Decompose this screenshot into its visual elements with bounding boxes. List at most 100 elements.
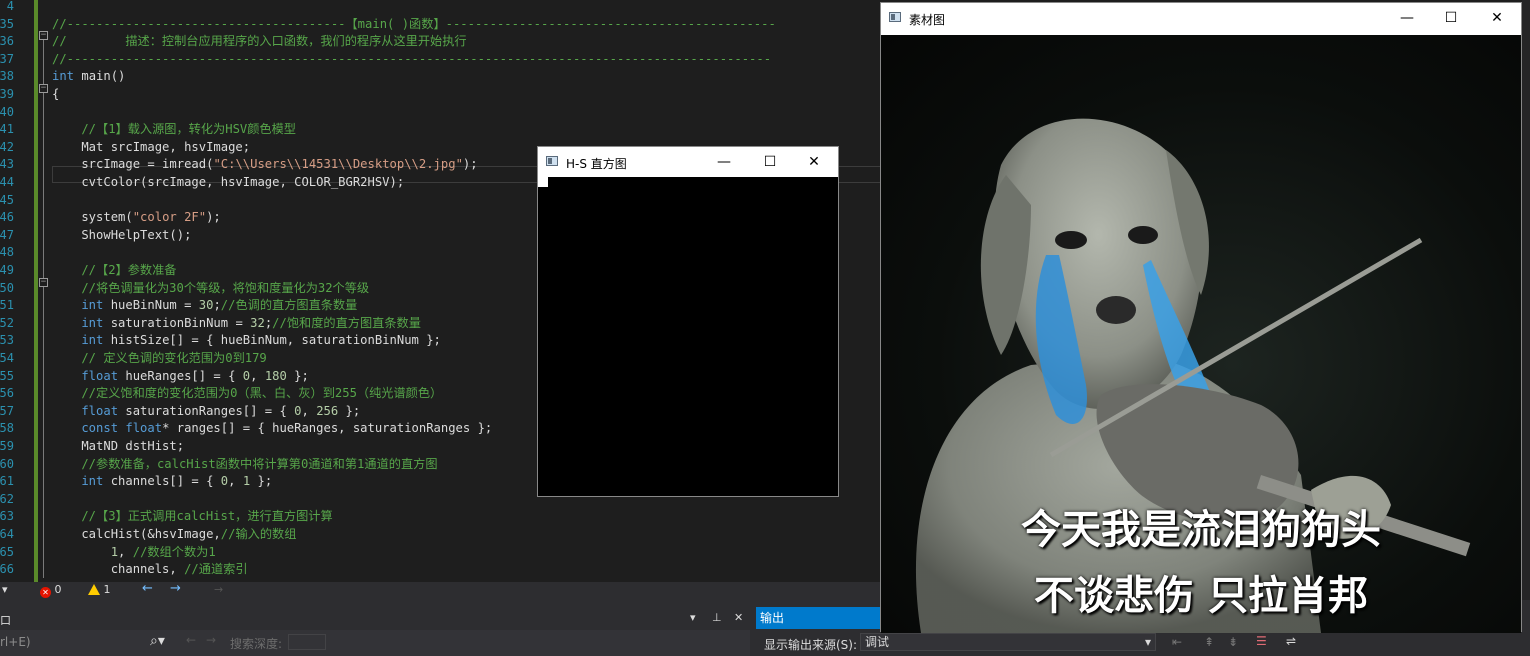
code-line[interactable]: //【3】正式调用calcHist，进行直方图计算 — [52, 508, 332, 526]
code-line[interactable]: calcHist(&hsvImage,//输入的数组 — [52, 526, 296, 544]
error-icon: ✕ — [40, 587, 51, 598]
code-line[interactable]: int main() — [52, 68, 125, 86]
code-token: Mat srcImage, hsvImage; — [52, 139, 251, 154]
code-token: // 定义色调的变化范围为0到179 — [52, 351, 267, 365]
meme-caption-line1: 今天我是流泪狗狗头 — [1021, 507, 1381, 553]
code-line[interactable]: int saturationBinNum = 32;//饱和度的直方图直条数量 — [52, 315, 421, 333]
line-number: 57 — [0, 403, 14, 418]
code-line[interactable]: int channels[] = { 0, 1 }; — [52, 473, 272, 491]
code-token: histSize[] = { hueBinNum, saturationBinN… — [103, 333, 441, 348]
close-button[interactable]: ✕ — [792, 147, 836, 177]
code-token: "color 2F" — [132, 210, 207, 225]
code-line[interactable]: //定义饱和度的变化范围为0（黑、白、灰）到255（纯光谱颜色） — [52, 385, 442, 403]
code-token: saturationRanges[] = { — [118, 403, 295, 418]
code-line[interactable]: Mat srcImage, hsvImage; — [52, 139, 250, 157]
word-wrap-icon[interactable]: ⇌ — [1286, 634, 1296, 648]
fold-toggle-icon[interactable]: − — [39, 84, 48, 93]
code-line[interactable]: float hueRanges[] = { 0, 180 }; — [52, 368, 309, 386]
maximize-button[interactable]: ☐ — [1429, 3, 1473, 33]
line-number: 55 — [0, 368, 14, 383]
code-line[interactable]: //参数准备，calcHist函数中将计算第0通道和第1通道的直方图 — [52, 456, 438, 474]
code-token: , — [228, 474, 243, 489]
code-line[interactable]: // 描述：控制台应用程序的入口函数，我们的程序从这里开始执行 — [52, 33, 467, 51]
code-line[interactable]: //【1】载入源图，转化为HSV颜色模型 — [52, 121, 296, 139]
fold-toggle-icon[interactable]: − — [39, 278, 48, 287]
line-number: 40 — [0, 104, 14, 119]
code-token: * ranges[] = { hueRanges, saturationRang… — [162, 421, 493, 436]
line-number: 46 — [0, 210, 14, 225]
arrow-left-icon: ← — [186, 633, 197, 647]
code-line[interactable]: //将色调量化为30个等级，将饱和度量化为32个等级 — [52, 280, 369, 298]
close-icon[interactable]: ✕ — [734, 611, 743, 624]
image-window-titlebar[interactable]: 素材图 — ☐ ✕ — [881, 3, 1521, 35]
close-button[interactable]: ✕ — [1475, 3, 1519, 33]
line-number: 64 — [0, 527, 14, 541]
code-line[interactable]: channels, //通道索引 — [52, 561, 248, 579]
line-number: 59 — [0, 439, 14, 453]
window-app-icon — [889, 12, 901, 22]
code-line[interactable]: float saturationRanges[] = { 0, 256 }; — [52, 403, 360, 421]
code-line[interactable]: // 定义色调的变化范围为0到179 — [52, 350, 267, 368]
line-number: 53 — [0, 333, 14, 348]
warning-count[interactable]: 1 — [88, 583, 111, 596]
error-count[interactable]: ✕ 0 — [40, 583, 62, 598]
output-tab[interactable]: 输出 — [756, 607, 880, 629]
code-line[interactable]: int histSize[] = { hueBinNum, saturation… — [52, 332, 441, 350]
clear-all-icon[interactable]: ☰ — [1256, 634, 1267, 648]
find-message-icon[interactable]: ⇤ — [1172, 635, 1182, 649]
code-line[interactable]: MatND dstHist; — [52, 438, 184, 456]
arrow-right-disabled-icon: → — [214, 583, 224, 596]
hs-histogram-window[interactable]: H-S 直方图 — ☐ ✕ — [537, 146, 839, 497]
dropdown-arrow-icon[interactable]: ▾ — [690, 611, 696, 624]
code-token: //参数准备，calcHist函数中将计算第0通道和第1通道的直方图 — [52, 456, 438, 471]
code-token: const float — [52, 421, 163, 436]
code-line[interactable]: ShowHelpText(); — [52, 227, 191, 245]
change-tracking-bar — [34, 0, 38, 582]
code-line[interactable]: 1, //数组个数为1 — [52, 544, 216, 562]
arrow-right-icon[interactable]: → — [170, 581, 181, 596]
search-input[interactable]: rl+E) — [0, 635, 31, 649]
right-side-strip — [1522, 0, 1530, 600]
code-line[interactable]: //【2】参数准备 — [52, 262, 176, 280]
line-number: 47 — [0, 227, 14, 242]
code-token: //--------------------------------------… — [52, 16, 776, 31]
code-token: //输入的数组 — [220, 527, 297, 541]
output-source-select[interactable]: 调试 ▾ — [860, 633, 1156, 651]
minimize-button[interactable]: — — [1385, 3, 1429, 33]
line-number: 52 — [0, 315, 14, 330]
code-line[interactable]: int hueBinNum = 30;//色调的直方图直条数量 — [52, 297, 357, 315]
fold-toggle-icon[interactable]: − — [39, 31, 48, 40]
search-icon[interactable]: ⌕▾ — [150, 633, 165, 649]
chevron-down-icon[interactable]: ▾ — [2, 583, 8, 596]
code-token: ; — [213, 298, 221, 313]
code-token: { — [52, 87, 60, 101]
code-line[interactable]: system("color 2F"); — [52, 209, 220, 227]
code-token: system( — [52, 210, 133, 225]
arrow-left-icon[interactable]: ← — [142, 581, 153, 596]
prev-message-icon[interactable]: ⇞ — [1204, 635, 1214, 649]
code-token: 256 — [316, 403, 339, 418]
code-line[interactable]: //--------------------------------------… — [52, 51, 771, 69]
line-number: 66 — [0, 562, 14, 577]
code-token: //色调的直方图直条数量 — [220, 298, 358, 313]
code-line[interactable]: { — [52, 86, 59, 104]
source-image-window[interactable]: 素材图 — ☐ ✕ 今天我是流泪狗狗头 不谈悲伤 只拉肖邦 — [880, 2, 1522, 633]
code-line[interactable]: cvtColor(srcImage, hsvImage, COLOR_BGR2H… — [52, 174, 404, 192]
minimize-button[interactable]: — — [702, 147, 746, 177]
code-line[interactable]: srcImage = imread("C:\\Users\\14531\\Des… — [52, 156, 477, 174]
panel-title-fragment: 口 — [0, 614, 11, 627]
code-token: // 描述：控制台应用程序的入口函数，我们的程序从这里开始执行 — [52, 34, 467, 49]
code-token: cvtColor(srcImage, hsvImage, COLOR_BGR2H… — [52, 175, 405, 189]
next-message-icon[interactable]: ⇟ — [1228, 635, 1238, 649]
code-line[interactable]: const float* ranges[] = { hueRanges, sat… — [52, 420, 492, 438]
line-number: 63 — [0, 509, 14, 524]
code-token: channels[] = { — [103, 474, 221, 489]
line-number: 43 — [0, 157, 14, 172]
search-depth-select[interactable] — [288, 634, 326, 650]
hs-window-titlebar[interactable]: H-S 直方图 — ☐ ✕ — [538, 147, 838, 177]
code-token: int — [52, 315, 104, 330]
maximize-button[interactable]: ☐ — [748, 147, 792, 177]
code-token: , — [301, 403, 317, 418]
code-line[interactable]: //--------------------------------------… — [52, 16, 776, 34]
pin-icon[interactable]: ⊥ — [712, 611, 722, 624]
